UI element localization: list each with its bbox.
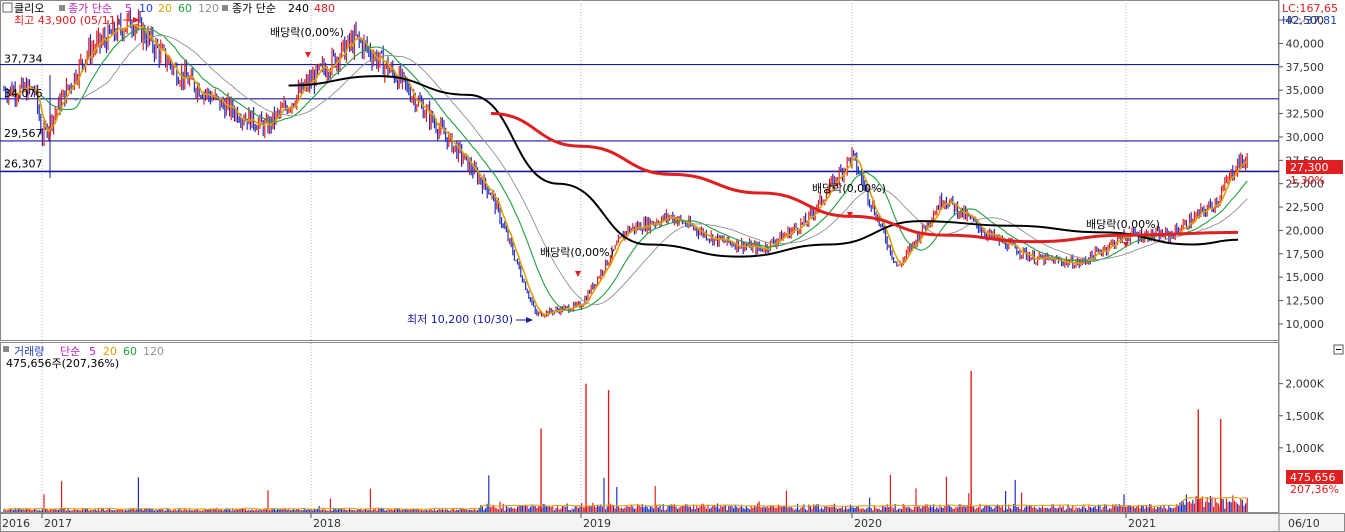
volume-badge: 475,656 207,36% bbox=[1286, 470, 1343, 496]
corner-readout: LC:167,65 HC:-37,81 bbox=[1282, 2, 1338, 27]
svg-text:최고 43,900 (05/11): 최고 43,900 (05/11) bbox=[14, 14, 120, 27]
ma5-label: 5 bbox=[125, 2, 132, 15]
vol-tick-label: 1,000K bbox=[1285, 442, 1324, 455]
hline-value: 29,567 bbox=[4, 127, 43, 140]
ma120-label: 120 bbox=[198, 2, 219, 15]
volume-panel bbox=[0, 342, 1279, 513]
svg-text:60: 60 bbox=[123, 345, 137, 358]
y-tick-label: 30,000 bbox=[1286, 131, 1325, 144]
ma20-label: 20 bbox=[158, 2, 172, 15]
ma480-label: 480 bbox=[314, 2, 335, 15]
svg-text:207,36%: 207,36% bbox=[1290, 483, 1339, 496]
stock-chart[interactable]: 42,50040,00037,50035,00032,50030,00027,5… bbox=[0, 0, 1345, 532]
volume-axis: 2,000K 1,500K 1,000K bbox=[1279, 378, 1325, 455]
y-tick-label: 20,000 bbox=[1286, 224, 1325, 237]
y-tick-label: 15,000 bbox=[1286, 271, 1325, 284]
y-tick-label: 22,500 bbox=[1286, 201, 1325, 214]
x-tick-label: 2016 bbox=[2, 517, 30, 530]
svg-text:1,30%: 1,30% bbox=[1290, 174, 1325, 187]
ma240-label: 240 bbox=[288, 2, 309, 15]
hline-value: 34,076 bbox=[4, 87, 43, 100]
y-tick-label: 32,500 bbox=[1286, 108, 1325, 121]
svg-text:배당락(0,00%): 배당락(0,00%) bbox=[270, 26, 344, 39]
hc-value: HC:-37,81 bbox=[1282, 14, 1337, 27]
x-tick-label: 2021 bbox=[1128, 517, 1156, 530]
svg-text:120: 120 bbox=[143, 345, 164, 358]
y-tick-label: 35,000 bbox=[1286, 84, 1325, 97]
ma10-label: 10 bbox=[139, 2, 153, 15]
volume-current: 475,656주(207,36%) bbox=[6, 357, 119, 370]
current-price-badge: 27,300 1,30% bbox=[1286, 160, 1343, 187]
x-tick-label: 2020 bbox=[854, 517, 882, 530]
y-tick-label: 10,000 bbox=[1286, 318, 1325, 331]
svg-text:최저 10,200 (10/30): 최저 10,200 (10/30) bbox=[407, 313, 513, 326]
y-tick-label: 40,000 bbox=[1286, 37, 1325, 50]
collapse-button[interactable] bbox=[1333, 344, 1344, 355]
svg-text:배당락(0,00%): 배당락(0,00%) bbox=[1086, 218, 1160, 231]
x-tick-label: 2019 bbox=[583, 517, 611, 530]
svg-text:배당락(0,00%): 배당락(0,00%) bbox=[812, 182, 886, 195]
hline-value: 26,307 bbox=[4, 157, 43, 170]
y-tick-label: 17,500 bbox=[1286, 248, 1325, 261]
x-tick-label: 2018 bbox=[313, 517, 341, 530]
vol-tick-label: 1,500K bbox=[1285, 410, 1324, 423]
x-tick-label: 06/10 bbox=[1288, 517, 1320, 530]
hline-value: 37,734 bbox=[4, 53, 43, 66]
x-tick-label: 2017 bbox=[44, 517, 72, 530]
y-tick-label: 37,500 bbox=[1286, 61, 1325, 74]
y-tick-label: 12,500 bbox=[1286, 295, 1325, 308]
vol-tick-label: 2,000K bbox=[1285, 378, 1324, 391]
long-ma-label: 종가 단순 bbox=[232, 2, 276, 15]
svg-text:배당락(0,00%): 배당락(0,00%) bbox=[540, 246, 614, 259]
price-panel bbox=[0, 0, 1279, 341]
svg-text:27,300: 27,300 bbox=[1290, 161, 1329, 174]
ma60-label: 60 bbox=[178, 2, 192, 15]
